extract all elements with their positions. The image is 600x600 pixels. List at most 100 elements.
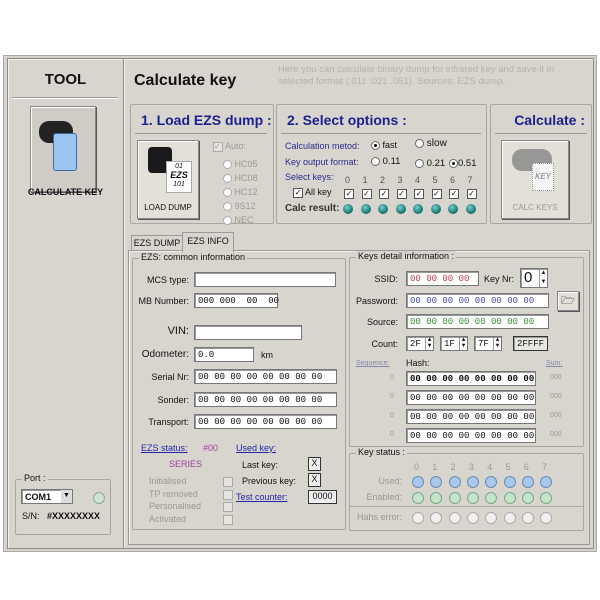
source-label: Source:: [366, 317, 398, 327]
key-nr-label: Key Nr:: [484, 274, 515, 284]
flag-label: Initialised: [149, 476, 187, 486]
test-counter-link[interactable]: Test counter:: [236, 492, 288, 502]
hash-error-led: [448, 512, 461, 524]
enabled-led: [540, 492, 553, 504]
key-number: 2: [380, 175, 386, 185]
flag-personalised[interactable]: Personalised: [149, 500, 233, 513]
key-checkbox[interactable]: ✓: [396, 189, 407, 199]
last-key-label: Last key:: [242, 460, 279, 470]
hash-error-led: [503, 512, 516, 524]
chip-radio[interactable]: NEC: [223, 213, 258, 227]
load-title: 1. Load EZS dump :: [141, 112, 272, 128]
format-011-radio[interactable]: 0.11: [371, 156, 400, 167]
count-total: 2FFFF: [513, 336, 548, 351]
odometer-input[interactable]: 0.0: [194, 347, 254, 362]
key-number: 0: [345, 175, 351, 185]
calc-keys-button[interactable]: KEY CALC KEYS: [501, 140, 569, 219]
chip-radio[interactable]: HC05: [223, 157, 258, 171]
all-key-label: All key: [305, 187, 332, 197]
calc-result-led: [378, 204, 388, 214]
options-section: 2. Select options : Calculation metod: f…: [276, 104, 487, 224]
used-key-link[interactable]: Used key:: [236, 443, 276, 453]
hash-input[interactable]: 00 00 00 00 00 00 00 00: [406, 409, 536, 424]
count-spinner-3[interactable]: 7F ▲ ▼: [474, 336, 502, 351]
key-checkbox[interactable]: ✓: [414, 189, 424, 199]
key-checkbox[interactable]: ✓: [361, 189, 372, 199]
transport-input[interactable]: 00 00 00 00 00 00 00 00: [194, 414, 337, 429]
ssid-input[interactable]: 00 00 00 00: [406, 271, 479, 286]
key-status-group: Key status : Used: Enabled: Hahs error: …: [349, 447, 584, 531]
format-051-radio[interactable]: 0.51: [449, 158, 477, 169]
file-icon-line: EZS: [170, 170, 188, 180]
key-checkbox[interactable]: ✓: [344, 189, 354, 199]
calculator-icon: [53, 133, 77, 171]
chip-label: HC05: [234, 159, 258, 169]
ezs-group-label: EZS: common information: [139, 252, 248, 262]
hash-sequence: 0: [390, 412, 394, 419]
count-spinner-2[interactable]: 1F ▲ ▼: [440, 336, 468, 351]
auto-checkbox[interactable]: ✓ Auto:: [213, 141, 246, 152]
key-number: 3: [397, 175, 403, 185]
count-spinner-1[interactable]: 2F ▲ ▼: [406, 336, 434, 351]
ezs-status-link[interactable]: EZS status:: [141, 443, 188, 453]
key-status-number: 5: [505, 462, 511, 472]
open-folder-button[interactable]: 🗁: [557, 291, 579, 311]
spinner-arrows-icon[interactable]: ▲ ▼: [425, 337, 433, 350]
key-checkbox[interactable]: ✓: [466, 189, 477, 199]
hash-input[interactable]: 00 00 00 00 00 00 00 00: [406, 371, 536, 386]
key-status-number: 4: [487, 462, 493, 472]
flag-activated[interactable]: Activated: [149, 513, 233, 526]
key-checkbox[interactable]: ✓: [449, 189, 459, 199]
key-checkbox[interactable]: ✓: [379, 189, 389, 199]
source-input[interactable]: 00 00 00 00 00 00 00 00: [406, 314, 549, 329]
spinner-arrows-icon[interactable]: ▲ ▼: [459, 337, 467, 350]
flag-initialised[interactable]: Initialised: [149, 475, 233, 488]
flag-tp-removed[interactable]: TP removed: [149, 488, 233, 501]
mb-number-input[interactable]: 000 000 00 00: [194, 293, 279, 308]
odometer-label: Odometer:: [141, 349, 189, 360]
sn-value: #XXXXXXXX: [47, 511, 101, 521]
format-label: Key output format:: [285, 157, 359, 167]
enabled-led: [430, 492, 443, 504]
used-led: [503, 476, 516, 488]
vin-input[interactable]: [194, 325, 302, 340]
load-dump-button[interactable]: 01 EZS 101 LOAD DUMP: [137, 140, 199, 219]
hash-error-led: [412, 512, 424, 524]
options-title: 2. Select options :: [287, 112, 407, 128]
vin-label: VIN:: [167, 325, 189, 337]
method-fast-radio[interactable]: fast: [371, 140, 397, 151]
key-checkbox[interactable]: ✓: [431, 189, 442, 199]
keys-detail-group: Keys detail information : SSID: 00 00 00…: [349, 251, 584, 447]
key-nr-spinner[interactable]: 0 ▲ ▼: [520, 268, 548, 288]
sn-label: S/N:: [22, 511, 40, 521]
chevron-down-icon[interactable]: ▼: [61, 490, 72, 503]
password-input[interactable]: 00 00 00 00 00 00 00 00: [406, 293, 549, 308]
used-label: Used:: [378, 476, 402, 486]
spinner-arrows-icon[interactable]: ▲ ▼: [493, 337, 501, 350]
tab-ezs-dump[interactable]: EZS DUMP: [131, 235, 183, 251]
calculate-key-tool-button[interactable]: [30, 106, 96, 192]
file-icon-line: 101: [173, 181, 185, 188]
chip-radio[interactable]: HC08: [223, 171, 258, 185]
key-status-number: 2: [450, 462, 456, 472]
radio-label: 0.51: [458, 158, 477, 169]
spinner-arrows-icon[interactable]: ▲ ▼: [539, 269, 547, 287]
ezs-status-value: #00: [203, 443, 219, 453]
tab-ezs-info[interactable]: EZS INFO: [182, 232, 234, 252]
port-value: COM1: [25, 492, 52, 502]
format-021-radio[interactable]: 0.21: [415, 158, 445, 169]
key-number: 6: [450, 175, 456, 185]
chip-radio[interactable]: HC12: [223, 185, 258, 199]
sonder-input[interactable]: 00 00 00 00 00 00 00 00: [194, 392, 337, 407]
port-select[interactable]: COM1 ▼: [21, 489, 73, 504]
chip-radio[interactable]: 9S12: [223, 199, 258, 213]
mcs-type-input[interactable]: [194, 272, 336, 287]
hash-input[interactable]: 00 00 00 00 00 00 00 00: [406, 390, 536, 405]
method-slow-radio[interactable]: slow: [415, 138, 447, 149]
hash-error-led: [485, 512, 498, 524]
all-key-checkbox[interactable]: ✓ All key: [293, 187, 332, 198]
hash-error-label: Hahs error:: [356, 512, 402, 522]
hash-input[interactable]: 00 00 00 00 00 00 00 00: [406, 428, 536, 443]
calc-result-led: [465, 204, 476, 214]
serial-input[interactable]: 00 00 00 00 00 00 00 00: [194, 369, 337, 384]
